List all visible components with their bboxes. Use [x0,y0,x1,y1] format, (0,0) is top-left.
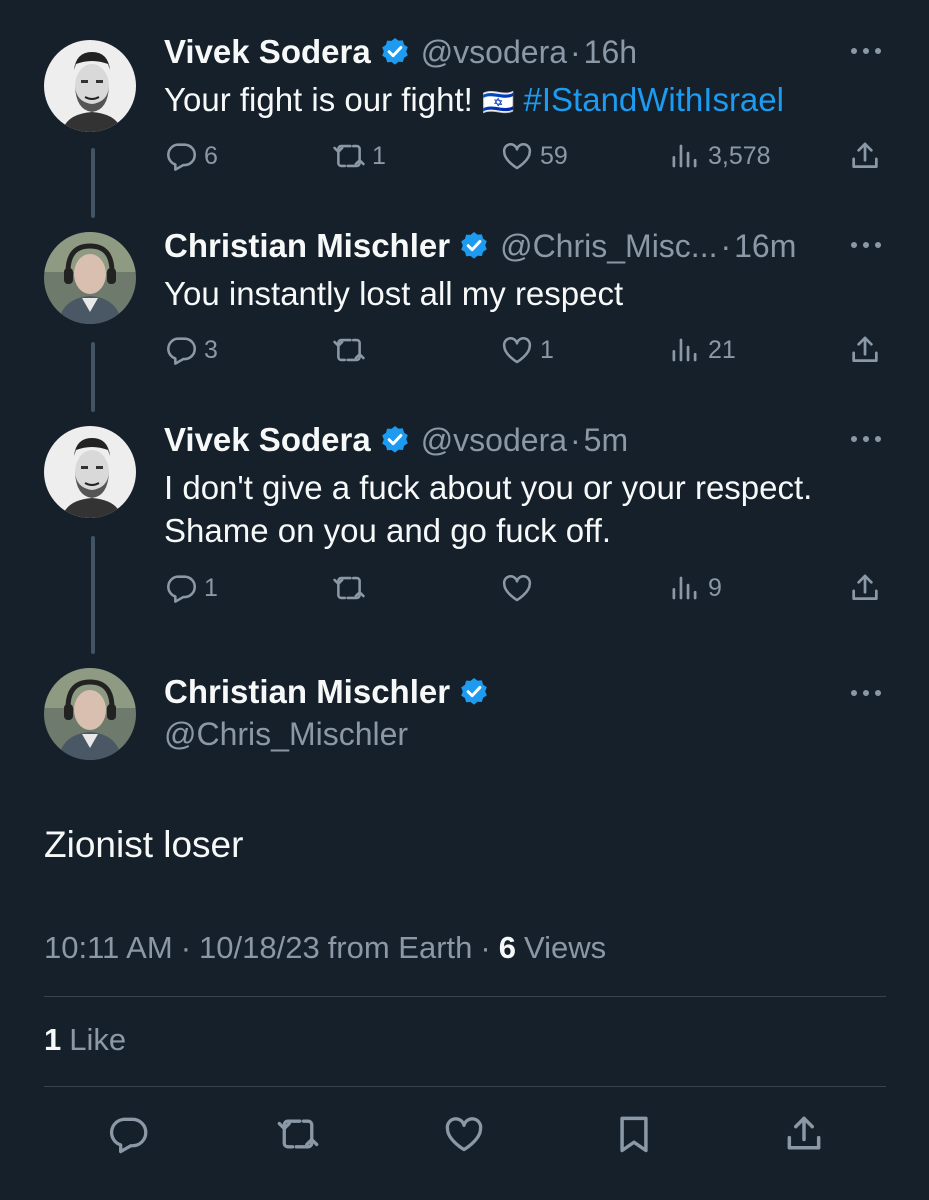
views-count: 6 [498,930,516,965]
thread-line [91,342,95,412]
like-button[interactable] [500,571,540,605]
separator-dot: · [570,33,581,70]
views-count: 21 [708,335,736,364]
share-icon [848,571,882,605]
verified-badge-icon[interactable] [458,230,490,262]
retweet-button[interactable] [332,333,372,367]
reply-icon [164,333,198,367]
tweet-time[interactable]: 16h [584,34,637,71]
share-button[interactable] [848,333,882,367]
tweet-time[interactable]: 10:11 AM [44,930,173,966]
tweet-text-line: I don't give a fuck about you or your re… [164,469,813,506]
verified-badge-icon[interactable] [379,36,411,68]
retweet-icon [332,139,366,173]
more-icon[interactable] [849,46,883,56]
tweet-text: Your fight is our fight! 🇮🇱 #IStandWithI… [164,78,784,124]
tweet-time[interactable]: 16m [734,228,796,265]
retweet-icon [332,571,366,605]
share-button[interactable] [848,571,882,605]
more-icon[interactable] [849,688,883,698]
share-icon[interactable] [782,1112,826,1156]
views-icon [668,571,702,605]
views-label: Views [523,930,607,965]
tweet-text: I don't give a fuck about you or your re… [164,466,812,552]
retweet-button[interactable] [332,571,372,605]
hashtag-link[interactable]: #IStandWithIsrael [524,81,784,118]
tweet-time[interactable]: 5m [584,422,628,459]
thread-line [91,148,95,218]
likes-count: 1 [44,1022,62,1057]
more-icon[interactable] [849,240,883,250]
retweet-icon [332,333,366,367]
israel-flag-emoji: 🇮🇱 [481,87,515,117]
share-button[interactable] [848,139,882,173]
like-icon [500,139,534,173]
like-icon[interactable] [442,1112,486,1156]
views-button[interactable]: 21 [668,333,736,367]
views-icon [668,333,702,367]
author-handle[interactable]: @Chris_Misc... [500,228,717,265]
reply-count: 1 [204,573,218,602]
author-name[interactable]: Vivek Sodera [164,421,371,459]
separator-dot: · [570,421,581,458]
bookmark-icon[interactable] [612,1112,656,1156]
thread-line [91,536,95,654]
like-button[interactable]: 59 [500,139,568,173]
verified-badge-icon[interactable] [379,424,411,456]
author-handle[interactable]: @Chris_Mischler [164,716,408,753]
verified-badge-icon[interactable] [458,676,490,708]
divider [44,996,886,997]
share-icon [848,139,882,173]
tweet-date[interactable]: 10/18/23 [199,930,320,966]
reply-icon[interactable] [106,1112,150,1156]
share-icon [848,333,882,367]
retweet-icon[interactable] [276,1112,320,1156]
like-icon [500,333,534,367]
avatar[interactable] [44,40,136,132]
avatar[interactable] [44,426,136,518]
reply-icon [164,571,198,605]
separator-dot: · [720,227,732,264]
more-icon[interactable] [849,434,883,444]
avatar[interactable] [44,232,136,324]
retweet-count: 1 [372,141,386,170]
author-name[interactable]: Vivek Sodera [164,33,371,71]
like-button[interactable]: 1 [500,333,554,367]
like-count: 59 [540,141,568,170]
main-author-row: Christian Mischler [164,670,500,714]
retweet-button[interactable]: 1 [332,139,386,173]
reply-button[interactable]: 6 [164,139,218,173]
views-button[interactable]: 3,578 [668,139,771,173]
tweet-text-line: Shame on you and go fuck off. [164,512,612,549]
like-icon [500,571,534,605]
author-name[interactable]: Christian Mischler [164,227,450,265]
views-count: 9 [708,573,722,602]
views-count: 3,578 [708,141,771,170]
views-button[interactable]: 9 [668,571,722,605]
separator-dot: · [180,930,192,965]
tweet-meta: 10:11 AM · 10/18/23 from Earth · 6 Views [44,930,606,966]
author-handle[interactable]: @vsodera [421,34,567,71]
separator-dot: · [480,930,491,965]
divider [44,1086,886,1087]
reply-icon [164,139,198,173]
reply-button[interactable]: 1 [164,571,218,605]
tweet-header: Christian Mischler @Chris_Misc... · 16m [164,224,796,268]
avatar[interactable] [44,668,136,760]
main-tweet-text: Zionist loser [44,824,244,865]
like-count: 1 [540,335,554,364]
tweet-text: You instantly lost all my respect [164,275,624,312]
tweet-header: Vivek Sodera @vsodera · 16h [164,30,637,74]
author-handle[interactable]: @vsodera [421,422,567,459]
reply-button[interactable]: 3 [164,333,218,367]
tweet-header: Vivek Sodera @vsodera · 5m [164,418,628,462]
tweet-text-main: Your fight is our fight! [164,81,482,118]
views-icon [668,139,702,173]
author-name[interactable]: Christian Mischler [164,673,450,711]
likes-summary[interactable]: 1 Like [44,1022,126,1058]
tweet-source: from Earth [327,930,473,965]
likes-label: Like [69,1022,127,1057]
reply-count: 6 [204,141,218,170]
reply-count: 3 [204,335,218,364]
